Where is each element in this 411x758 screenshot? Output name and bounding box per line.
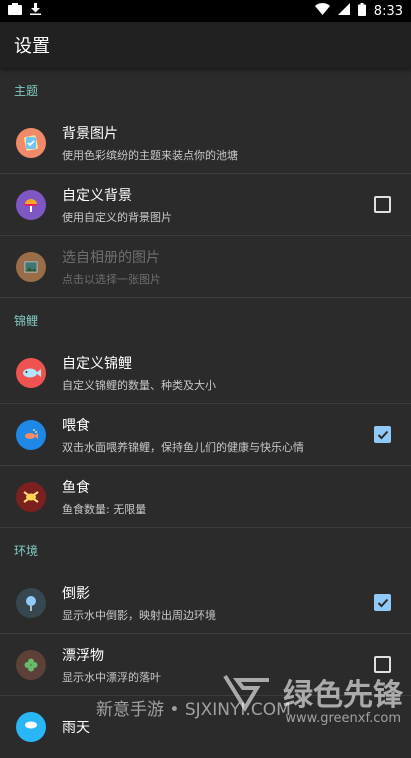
- setting-choose-from-album[interactable]: 选自相册的图片 点击以选择一张图片: [0, 236, 411, 298]
- setting-title: 漂浮物: [62, 647, 104, 664]
- setting-summary: 双击水面喂养锦鲤，保持鱼儿们的健康与快乐心情: [62, 440, 304, 454]
- setting-title: 背景图片: [62, 125, 118, 142]
- setting-custom-koi[interactable]: 自定义锦鲤 自定义锦鲤的数量、种类及大小: [0, 342, 411, 404]
- clock: 8:33: [373, 3, 403, 19]
- setting-summary: 鱼食数量: 无限量: [62, 502, 147, 516]
- rain-icon: [16, 712, 46, 742]
- notification-icon: [8, 3, 22, 19]
- app-bar: 设置: [0, 22, 411, 68]
- picture-icon: [16, 251, 46, 282]
- download-icon: [30, 3, 41, 19]
- setting-summary: 使用自定义的背景图片: [62, 210, 172, 224]
- status-bar: 8:33: [0, 0, 411, 22]
- setting-summary: 使用色彩缤纷的主题来装点你的池塘: [62, 148, 238, 162]
- watermark-url: www.greenxf.com: [285, 711, 401, 726]
- setting-title: 自定义锦鲤: [62, 355, 132, 372]
- setting-title: 倒影: [62, 585, 90, 602]
- setting-reflection[interactable]: 倒影 显示水中倒影，映射出周边环境: [0, 572, 411, 634]
- clover-icon: [16, 649, 46, 680]
- section-header-theme: 主题: [14, 83, 39, 98]
- status-left: [8, 3, 41, 19]
- reflection-icon: [16, 587, 46, 618]
- watermark-greenxf: 绿色先锋 www.greenxf.com: [223, 670, 403, 726]
- fish-food-icon: [16, 481, 46, 512]
- setting-feed[interactable]: 喂食 双击水面喂养锦鲤，保持鱼儿们的健康与快乐心情: [0, 404, 411, 466]
- signal-icon: [337, 3, 350, 19]
- setting-fish-food[interactable]: 鱼食 鱼食数量: 无限量: [0, 466, 411, 528]
- palette-icon: [16, 127, 46, 158]
- feed-checkbox[interactable]: [374, 426, 391, 443]
- setting-summary: 点击以选择一张图片: [62, 272, 161, 286]
- setting-custom-background[interactable]: 自定义背景 使用自定义的背景图片: [0, 174, 411, 236]
- setting-title: 鱼食: [62, 479, 90, 496]
- setting-background-image[interactable]: 背景图片 使用色彩缤纷的主题来装点你的池塘: [0, 112, 411, 174]
- reflection-checkbox[interactable]: [374, 594, 391, 611]
- setting-title: 自定义背景: [62, 187, 132, 204]
- check-icon: [377, 430, 388, 439]
- check-icon: [377, 598, 388, 607]
- setting-title: 喂食: [62, 417, 90, 434]
- section-header-koi: 锦鲤: [14, 313, 39, 328]
- setting-summary: 显示水中倒影，映射出周边环境: [62, 608, 216, 622]
- custom-background-checkbox[interactable]: [374, 196, 391, 213]
- popsicle-icon: [16, 189, 46, 220]
- page-title: 设置: [14, 36, 50, 57]
- battery-icon: [357, 2, 366, 20]
- section-header-environment: 环境: [14, 543, 39, 558]
- greenxf-logo: [223, 674, 269, 712]
- setting-summary: 自定义锦鲤的数量、种类及大小: [62, 378, 216, 392]
- status-right: 8:33: [314, 2, 403, 20]
- wifi-icon: [314, 3, 330, 19]
- feeding-icon: [16, 419, 46, 450]
- watermark-brand: 绿色先锋: [283, 678, 403, 713]
- fish-icon: [16, 357, 46, 388]
- setting-title: 选自相册的图片: [62, 249, 160, 266]
